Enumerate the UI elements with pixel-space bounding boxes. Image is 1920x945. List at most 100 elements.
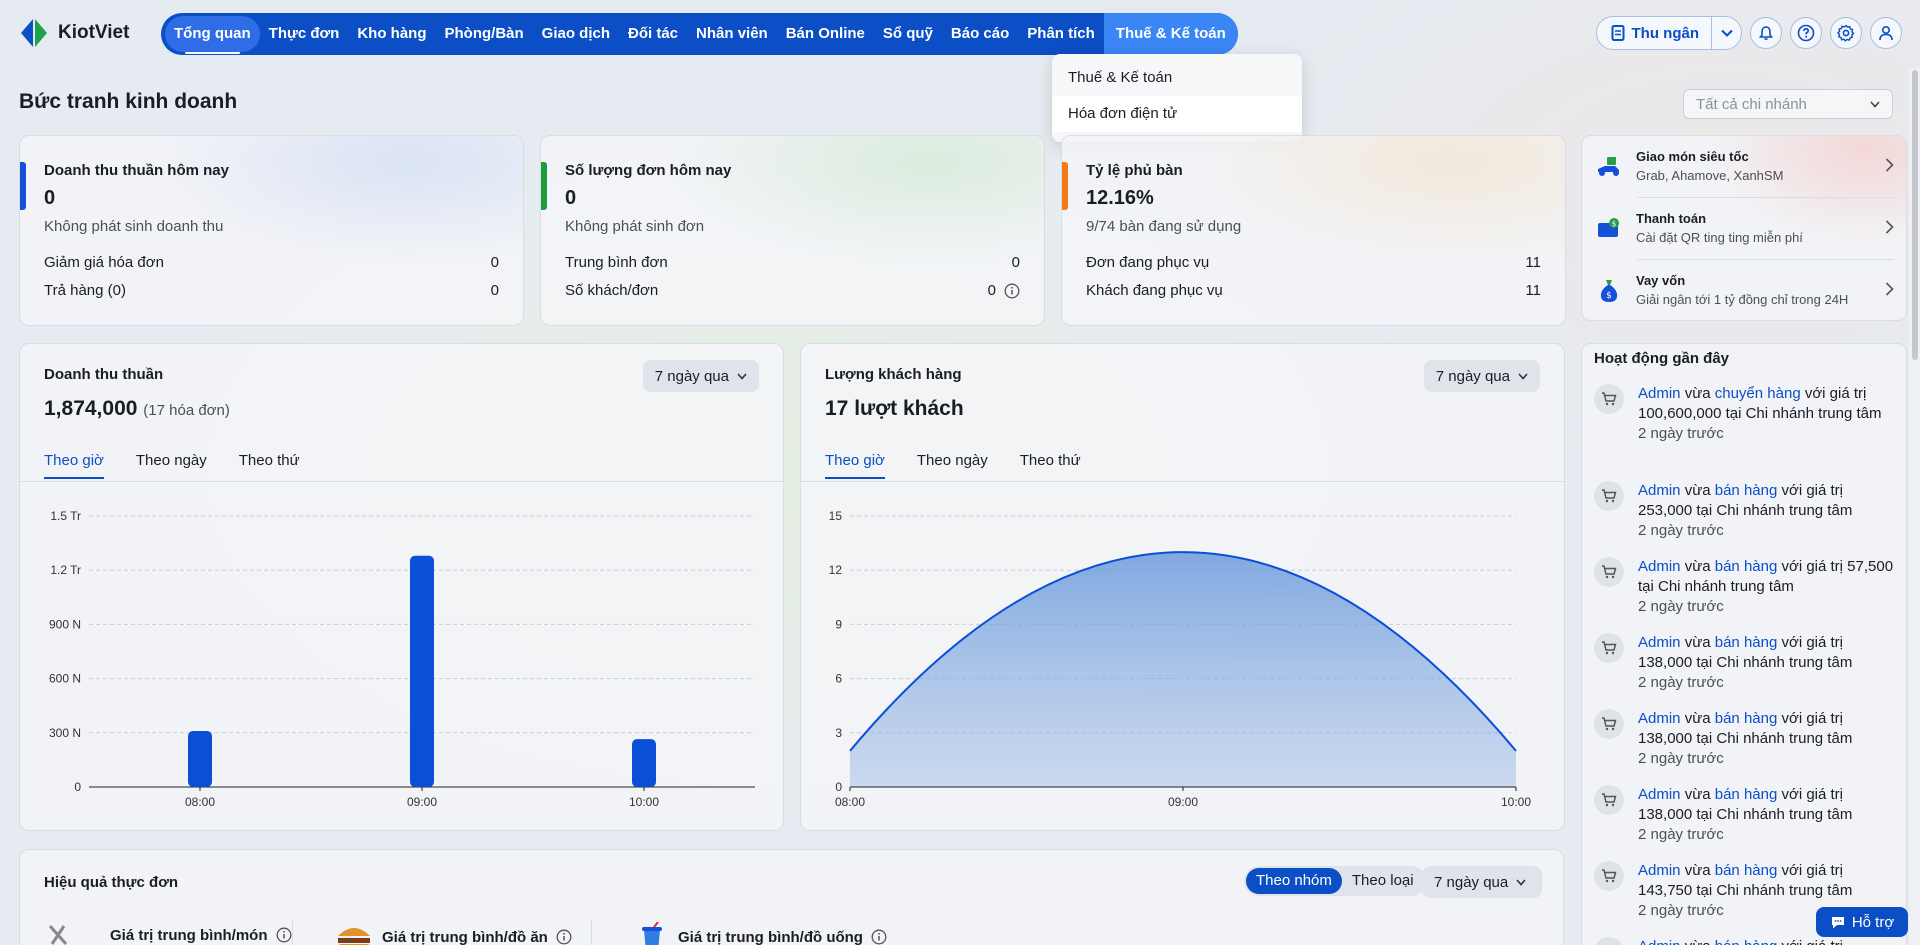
activity-item: Admin vừa bán hàng với giá trị 138,000 t… <box>1594 709 1899 769</box>
cart-icon <box>1594 785 1624 815</box>
tab-by-hour[interactable]: Theo giờ <box>825 452 885 479</box>
tab-by-day[interactable]: Theo ngày <box>917 452 988 479</box>
nav-phan-tich[interactable]: Phân tích <box>1018 16 1104 52</box>
menu-effectiveness-card: Hiệu quả thực đơn Theo nhóm Theo loại 7 … <box>19 849 1564 945</box>
service-item-loan[interactable]: $ Vay vốn Giải ngân tới 1 tỷ đồng chỉ tro… <box>1582 260 1906 320</box>
help-button[interactable] <box>1790 17 1822 49</box>
service-title: Vay vốn <box>1636 273 1686 288</box>
dropdown-item-thue-ke-toan[interactable]: Thuế & Kế toán <box>1052 60 1302 96</box>
account-button[interactable] <box>1870 17 1902 49</box>
bar <box>188 730 212 787</box>
branch-select-value: Tất cả chi nhánh <box>1696 95 1807 113</box>
period-select[interactable]: 7 ngày qua <box>1423 360 1540 392</box>
card-tint <box>143 136 523 266</box>
logo[interactable]: KiotViet <box>16 16 129 50</box>
x-tick-label: 09:00 <box>407 795 437 809</box>
card-tint <box>664 136 1044 266</box>
x-tick-label: 09:00 <box>1168 795 1198 809</box>
cashier-dropdown-button[interactable] <box>1711 17 1741 49</box>
x-tick-label: 08:00 <box>835 795 865 809</box>
metric-avg-food: Giá trị trung bình/đồ ăn <box>334 922 572 945</box>
tab-by-weekday[interactable]: Theo thứ <box>239 452 300 479</box>
branch-select[interactable]: Tất cả chi nhánh <box>1683 89 1893 119</box>
kpi-row-value: 0 <box>987 282 996 299</box>
nav-nhan-vien[interactable]: Nhân viên <box>687 16 777 52</box>
y-tick-label: 300 N <box>49 726 81 740</box>
chevron-right-icon <box>1885 220 1894 234</box>
toggle-by-group[interactable]: Theo nhóm <box>1246 868 1342 894</box>
nav-bao-cao[interactable]: Báo cáo <box>942 16 1018 52</box>
y-tick-label: 6 <box>835 672 842 686</box>
activity-user[interactable]: Admin <box>1638 558 1681 575</box>
activity-time: 2 ngày trước <box>1638 826 1724 843</box>
nav-ban-online[interactable]: Bán Online <box>777 16 874 52</box>
chevron-down-icon <box>737 372 747 380</box>
dropdown-item-hoa-don-dien-tu[interactable]: Hóa đơn điện tử <box>1052 96 1302 132</box>
nav-kho-hang[interactable]: Kho hàng <box>348 16 435 52</box>
activity-action[interactable]: bán hàng <box>1715 862 1778 879</box>
kpi-label: Tỷ lệ phủ bàn <box>1086 162 1183 179</box>
nav-so-quy[interactable]: Sổ quỹ <box>874 16 942 52</box>
activity-user[interactable]: Admin <box>1638 710 1681 727</box>
support-button[interactable]: Hỗ trợ <box>1816 907 1908 937</box>
svg-text:$: $ <box>1612 220 1616 228</box>
info-icon[interactable] <box>276 927 292 943</box>
kpi-card-table-coverage: Tỷ lệ phủ bàn 12.16% 9/74 bàn đang sử dụ… <box>1061 135 1566 326</box>
kpi-row-label: Trung bình đơn <box>565 254 668 271</box>
chart-title: Doanh thu thuần <box>44 366 164 383</box>
activity-time: 2 ngày trước <box>1638 598 1724 615</box>
period-select[interactable]: 7 ngày qua <box>642 360 759 392</box>
period-value: 7 ngày qua <box>1434 873 1509 891</box>
nav-giao-dich[interactable]: Giao dịch <box>533 16 619 52</box>
service-desc: Giải ngân tới 1 tỷ đồng chỉ trong 24H <box>1636 292 1849 307</box>
activity-text: Admin vừa bán hàng với giá trị <box>1638 937 1843 945</box>
cashier-label: Thu ngân <box>1631 24 1700 42</box>
activity-action[interactable]: bán hàng <box>1715 710 1778 727</box>
activity-verb: vừa <box>1680 558 1715 575</box>
activity-user[interactable]: Admin <box>1638 786 1681 803</box>
tab-by-day[interactable]: Theo ngày <box>136 452 207 479</box>
money-bag-icon: $ <box>1594 275 1624 305</box>
chevron-right-icon <box>1885 282 1894 296</box>
kpi-label: Doanh thu thuần hôm nay <box>44 162 229 179</box>
cashier-button[interactable]: Thu ngân <box>1597 17 1712 49</box>
nav-phong-ban[interactable]: Phòng/Bàn <box>436 16 533 52</box>
drink-cup-icon <box>642 922 662 945</box>
nav-tong-quan[interactable]: Tổng quan <box>165 16 260 54</box>
info-icon[interactable] <box>556 929 572 945</box>
header-tools: Thu ngân <box>1595 16 1902 50</box>
activity-verb: vừa <box>1680 710 1715 727</box>
y-tick-label: 15 <box>829 509 843 523</box>
activity-user[interactable]: Admin <box>1638 634 1681 651</box>
toggle-by-type[interactable]: Theo loại <box>1342 868 1424 894</box>
settings-button[interactable] <box>1830 17 1862 49</box>
activity-action[interactable]: bán hàng <box>1715 786 1778 803</box>
service-item-delivery[interactable]: Giao món siêu tốc Grab, Ahamove, XanhSM <box>1582 136 1906 196</box>
tab-by-weekday[interactable]: Theo thứ <box>1020 452 1081 479</box>
kpi-subtext: Không phát sinh doanh thu <box>44 218 224 235</box>
kiotviet-logo-icon <box>16 16 50 50</box>
activity-user[interactable]: Admin <box>1638 385 1681 402</box>
info-icon[interactable] <box>1004 283 1020 299</box>
revenue-bar-chart: 0 300 N 600 N 900 N 1.2 Tr 1.5 Tr 08:00 09:00 10… <box>49 509 755 809</box>
activity-action[interactable]: bán hàng <box>1715 634 1778 651</box>
activity-action[interactable]: bán hàng <box>1715 558 1778 575</box>
activity-action[interactable]: bán hàng <box>1715 938 1778 945</box>
nav-thue-ke-toan[interactable]: Thuế & Kế toán <box>1103 13 1238 55</box>
nav-doi-tac[interactable]: Đối tác <box>619 16 687 52</box>
activity-user[interactable]: Admin <box>1638 482 1681 499</box>
activity-verb: vừa <box>1680 862 1715 879</box>
activity-user[interactable]: Admin <box>1638 938 1681 945</box>
page-scrollbar-thumb[interactable] <box>1912 70 1918 360</box>
activity-action[interactable]: chuyển hàng <box>1715 385 1801 402</box>
activity-action[interactable]: bán hàng <box>1715 482 1778 499</box>
period-select[interactable]: 7 ngày qua <box>1422 866 1542 898</box>
kpi-row: Trả hàng (0) 0 <box>44 282 499 299</box>
info-icon[interactable] <box>871 929 887 945</box>
nav-thuc-don[interactable]: Thực đơn <box>260 16 349 52</box>
notification-button[interactable] <box>1750 17 1782 49</box>
activity-user[interactable]: Admin <box>1638 862 1681 879</box>
service-item-payment[interactable]: $ Thanh toán Cài đặt QR ting ting miễn ph… <box>1582 198 1906 258</box>
tab-by-hour[interactable]: Theo giờ <box>44 452 104 479</box>
page-title: Bức tranh kinh doanh <box>19 90 238 113</box>
